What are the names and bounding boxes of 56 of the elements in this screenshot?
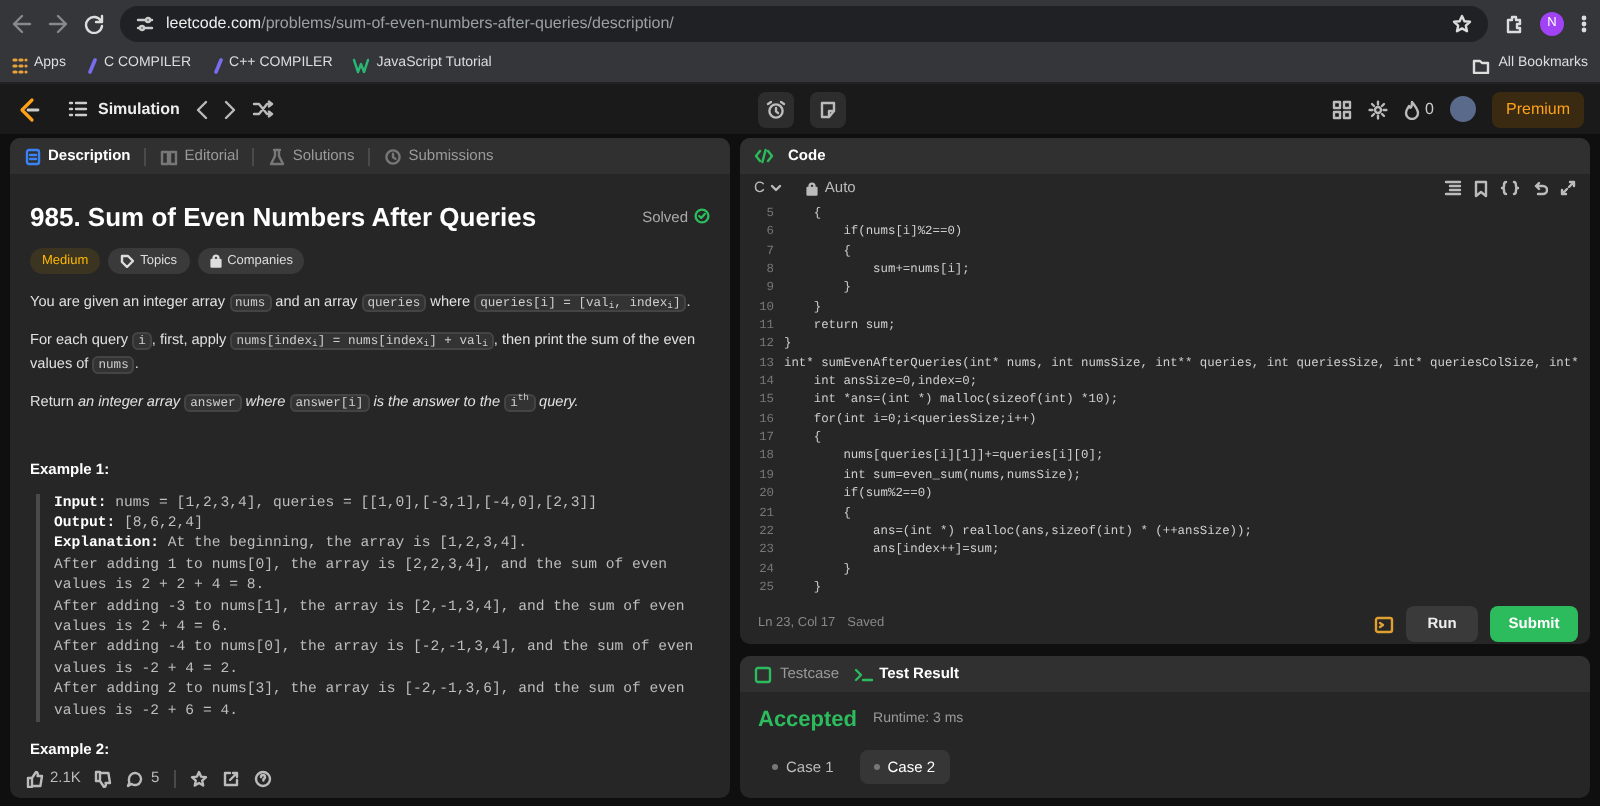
problem-list-button[interactable]: Simulation [68,97,180,121]
tag-icon [120,253,135,268]
menu-icon[interactable] [1580,14,1588,34]
forward-icon[interactable] [48,14,68,34]
help-icon[interactable] [253,769,272,787]
checkbox-icon [754,665,774,683]
previous-icon[interactable] [195,99,208,119]
folder-icon [1472,57,1491,73]
logo-icon[interactable] [16,95,40,123]
notes-button[interactable] [810,91,847,127]
user-avatar[interactable] [1450,96,1476,122]
layout-grid-icon[interactable] [1331,99,1352,119]
document-icon [24,147,42,165]
star-icon[interactable] [189,769,208,787]
alarm-clock-icon [766,99,787,119]
expand-icon[interactable] [1560,180,1576,196]
apps-grid-icon [12,57,28,73]
lock-icon [209,253,222,268]
history-icon [384,147,403,165]
streak-count: 0 [1425,97,1434,121]
settings-icon[interactable] [1367,99,1388,119]
next-icon[interactable] [223,99,236,119]
url-text: leetcode.com/problems/sum-of-even-numbers-after-queries/description/ [166,12,676,36]
timer-button[interactable] [758,91,795,127]
star-icon[interactable] [1452,14,1472,34]
shuffle-icon[interactable] [251,100,274,118]
reload-icon[interactable] [84,14,104,34]
comment-icon [126,769,145,787]
premium-button[interactable]: Premium [1492,91,1585,127]
bookmark-logo-icon [352,57,371,73]
console-icon[interactable] [1374,615,1394,633]
bookmark-logo-icon [211,57,224,73]
verdict-text: Accepted [758,706,858,736]
thumbs-down-icon[interactable] [94,769,113,787]
book-icon [160,147,179,165]
share-icon[interactable] [221,769,240,787]
extensions-icon[interactable] [1504,14,1524,34]
thumbs-up-icon [26,769,44,787]
bookmark-icon[interactable] [1474,179,1488,197]
back-icon[interactable] [12,14,32,34]
undo-icon[interactable] [1532,180,1548,196]
braces-icon[interactable] [1500,180,1520,196]
format-icon[interactable] [1444,180,1462,196]
bookmark-logo-icon [85,57,98,73]
terminal-icon [853,665,874,683]
chevron-down-icon [770,184,783,192]
site-settings-icon[interactable] [136,16,154,32]
address-bar[interactable]: leetcode.com/problems/sum-of-even-numbers-after-queries/description/ [120,6,1488,42]
check-circle-icon [694,208,710,225]
note-icon [818,99,839,119]
list-icon [68,100,88,118]
flame-icon[interactable] [1403,99,1420,119]
problem-title: 985. Sum of Even Numbers After Queries [30,200,537,236]
flask-icon [268,147,287,165]
lock-icon [806,181,819,195]
code-icon [754,148,774,164]
